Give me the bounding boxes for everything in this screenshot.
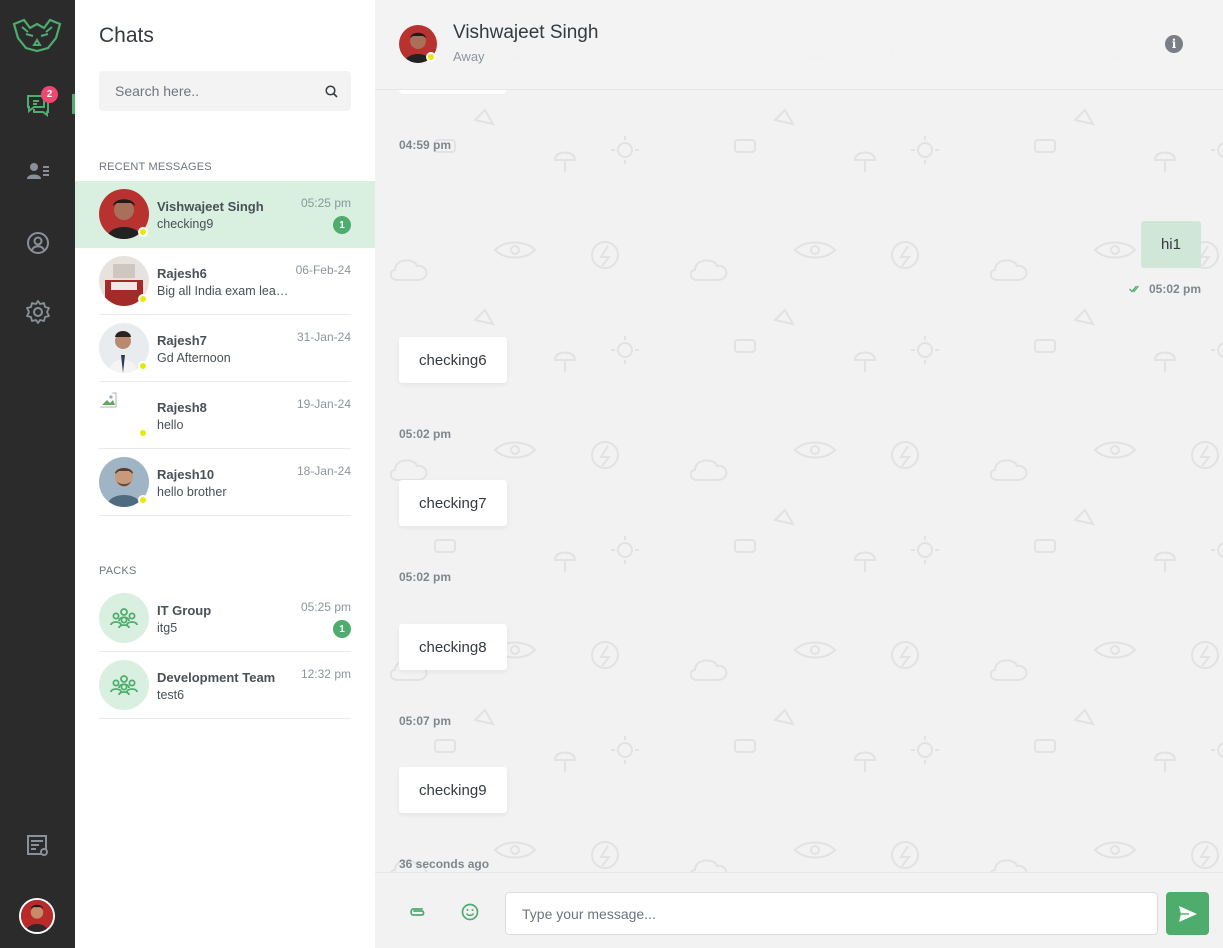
group-avatar <box>99 593 149 643</box>
packs-heading: PACKS <box>99 565 137 577</box>
divider <box>99 515 351 516</box>
group-last-message: itg5 <box>157 621 178 635</box>
chat-last-message: Gd Afternoon <box>157 351 231 365</box>
group-time: 05:25 pm <box>300 600 351 614</box>
nav-chats[interactable] <box>0 85 75 125</box>
outgoing-message: hi1 <box>1140 221 1201 268</box>
server-settings-icon <box>26 835 48 856</box>
away-status-dot <box>138 227 148 237</box>
send-button[interactable] <box>1166 892 1209 935</box>
panel-title: Chats <box>99 24 154 47</box>
message-timestamp: 04:59 pm <box>399 138 452 152</box>
group-name: IT Group <box>157 603 212 618</box>
chat-last-message: checking9 <box>157 217 214 231</box>
settings-icon <box>25 300 50 324</box>
unread-count-badge: 1 <box>333 620 351 638</box>
nav-profile[interactable] <box>0 223 75 263</box>
emoji-button[interactable] <box>459 901 481 923</box>
search-icon[interactable] <box>311 84 351 98</box>
contacts-icon <box>26 163 49 179</box>
outgoing-message-meta: 05:02 pm <box>1129 282 1201 296</box>
recent-messages-heading: RECENT MESSAGES <box>99 161 212 173</box>
nav-settings[interactable] <box>0 292 75 332</box>
chat-time: 31-Jan-24 <box>296 330 351 344</box>
search-input[interactable] <box>99 71 311 111</box>
nav-contacts[interactable] <box>0 152 75 192</box>
group-name: Development Team <box>157 670 276 685</box>
divider <box>99 718 351 719</box>
away-status-dot <box>138 361 148 371</box>
group-item[interactable]: Development Team test6 12:32 pm <box>75 652 375 719</box>
chat-item[interactable]: Rajesh6 Big all India exam leak:... 06-F… <box>75 248 375 315</box>
group-time: 12:32 pm <box>300 667 351 681</box>
message-input-box <box>505 892 1158 935</box>
conversation-header: Vishwajeet Singh Away i <box>375 0 1223 90</box>
paperclip-icon <box>410 908 425 916</box>
chat-name: Vishwajeet Singh <box>157 199 264 214</box>
away-status-dot <box>138 294 148 304</box>
incoming-message: checking6 <box>399 337 507 383</box>
contact-name[interactable]: Vishwajeet Singh <box>453 22 598 44</box>
nav-rail: 2 <box>0 0 75 948</box>
group-icon <box>110 608 138 629</box>
conversation-area: 04:59 pm hi1 05:02 pm checking6 05:02 pm… <box>375 0 1223 948</box>
incoming-message: checking8 <box>399 624 507 670</box>
unread-count-badge: 1 <box>333 216 351 234</box>
incoming-message: checking7 <box>399 480 507 526</box>
chat-item[interactable]: Rajesh10 hello brother 18-Jan-24 <box>75 449 375 516</box>
message-timestamp: 36 seconds ago <box>399 857 490 871</box>
double-check-icon <box>1129 285 1139 293</box>
wolf-logo-icon[interactable] <box>12 18 62 52</box>
send-icon <box>1178 905 1197 922</box>
chat-last-message: Big all India exam leak:... <box>157 284 289 298</box>
chat-name: Rajesh6 <box>157 266 207 281</box>
search-box <box>99 71 351 111</box>
chat-time: 05:25 pm <box>300 196 351 210</box>
group-icon <box>110 675 138 696</box>
message-composer <box>375 872 1223 948</box>
away-status-dot <box>138 495 148 505</box>
group-last-message: test6 <box>157 688 185 702</box>
message-timestamp: 05:07 pm <box>399 714 452 728</box>
away-status-dot <box>426 52 436 62</box>
chat-time: 18-Jan-24 <box>296 464 351 478</box>
smiley-icon <box>461 903 479 921</box>
chat-time: 06-Feb-24 <box>295 263 351 277</box>
message-timestamp: 05:02 pm <box>399 570 452 584</box>
profile-icon <box>26 232 49 254</box>
chat-last-message: hello <box>157 418 184 432</box>
message-input[interactable] <box>506 893 1157 934</box>
away-status-dot <box>138 428 148 438</box>
group-item[interactable]: IT Group itg5 05:25 pm 1 <box>75 585 375 652</box>
chat-name: Rajesh7 <box>157 333 207 348</box>
message-timestamp: 05:02 pm <box>399 427 452 441</box>
user-avatar[interactable] <box>19 898 55 934</box>
chat-last-message: hello brother <box>157 485 227 499</box>
unread-badge: 2 <box>41 86 58 103</box>
chat-name: Rajesh10 <box>157 467 215 482</box>
incoming-message: checking9 <box>399 767 507 813</box>
group-avatar <box>99 660 149 710</box>
attachment-button[interactable] <box>406 901 428 923</box>
chat-time: 19-Jan-24 <box>296 397 351 411</box>
info-icon[interactable]: i <box>1165 35 1183 53</box>
contact-status: Away <box>453 49 485 64</box>
chat-name: Rajesh8 <box>157 400 207 415</box>
chat-item[interactable]: Vishwajeet Singh checking9 05:25 pm 1 <box>75 181 375 248</box>
nav-server-settings[interactable] <box>0 826 75 866</box>
chat-item[interactable]: Rajesh8 hello 19-Jan-24 <box>75 382 375 449</box>
outgoing-message-time: 05:02 pm <box>1148 282 1201 296</box>
chat-list-panel: Chats RECENT MESSAGES Vishwajeet Singh c… <box>75 0 375 948</box>
chat-item[interactable]: Rajesh7 Gd Afternoon 31-Jan-24 <box>75 315 375 382</box>
